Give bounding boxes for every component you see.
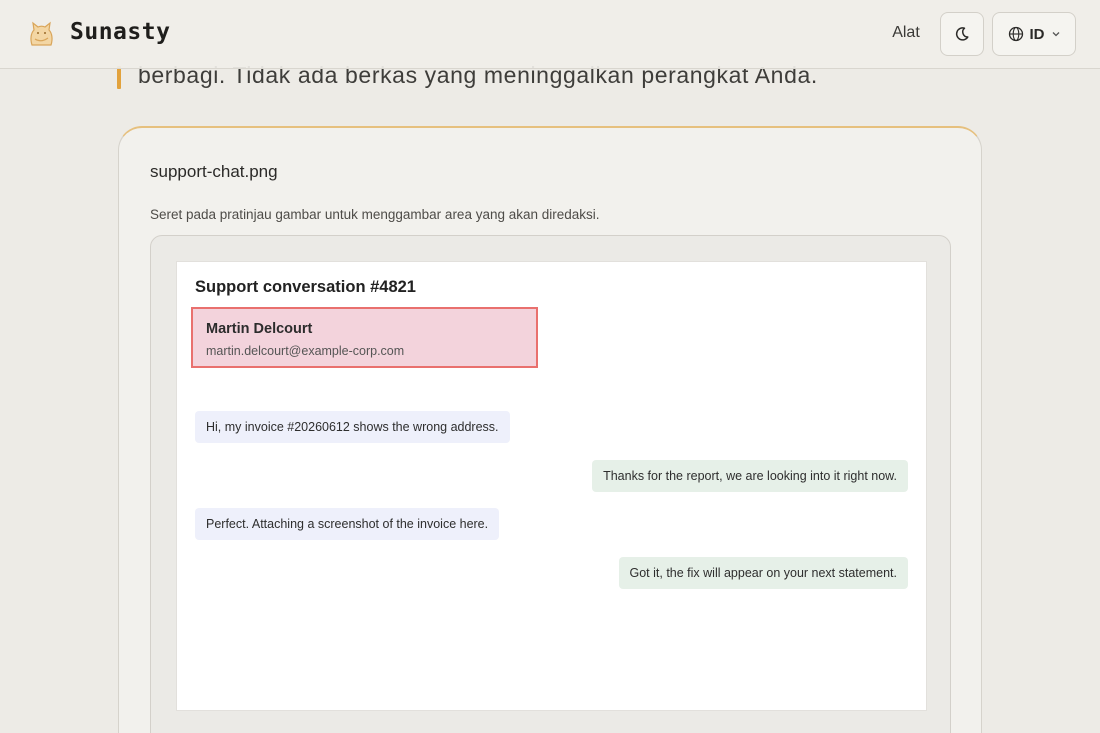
language-selector[interactable]: ID	[992, 12, 1076, 56]
cat-logo-icon[interactable]	[26, 19, 56, 49]
file-name: support-chat.png	[150, 162, 278, 181]
conversation-title: Support conversation #4821	[195, 278, 416, 296]
chat-message-incoming: Perfect. Attaching a screenshot of the i…	[195, 508, 500, 540]
chevron-down-icon	[1052, 32, 1059, 37]
chat-message-outgoing: Got it, the fix will appear on your next…	[618, 557, 908, 589]
image-preview-frame[interactable]: Support conversation #4821 Martin Delcou…	[150, 235, 951, 733]
chat-message-outgoing: Thanks for the report, we are looking in…	[592, 460, 908, 492]
image-preview-canvas[interactable]: Support conversation #4821 Martin Delcou…	[176, 261, 927, 711]
theme-toggle-button[interactable]	[940, 12, 984, 56]
intro-accent-bar	[117, 66, 121, 89]
brand-name[interactable]: Sunasty	[70, 19, 170, 45]
top-bar: Sunasty Alat ID	[0, 0, 1100, 69]
redaction-area[interactable]: Martin Delcourt martin.delcourt@example-…	[191, 307, 538, 368]
chat-message-incoming: Hi, my invoice #20260612 shows the wrong…	[195, 411, 510, 443]
redaction-card: support-chat.png Seret pada pratinjau ga…	[118, 126, 982, 733]
globe-icon	[1008, 26, 1023, 42]
instruction-hint: Seret pada pratinjau gambar untuk mengga…	[150, 207, 600, 222]
moon-icon	[955, 27, 969, 41]
language-code: ID	[1029, 25, 1045, 43]
contact-name: Martin Delcourt	[206, 321, 313, 337]
contact-email: martin.delcourt@example-corp.com	[206, 344, 405, 358]
nav-tools-link[interactable]: Alat	[877, 24, 935, 42]
